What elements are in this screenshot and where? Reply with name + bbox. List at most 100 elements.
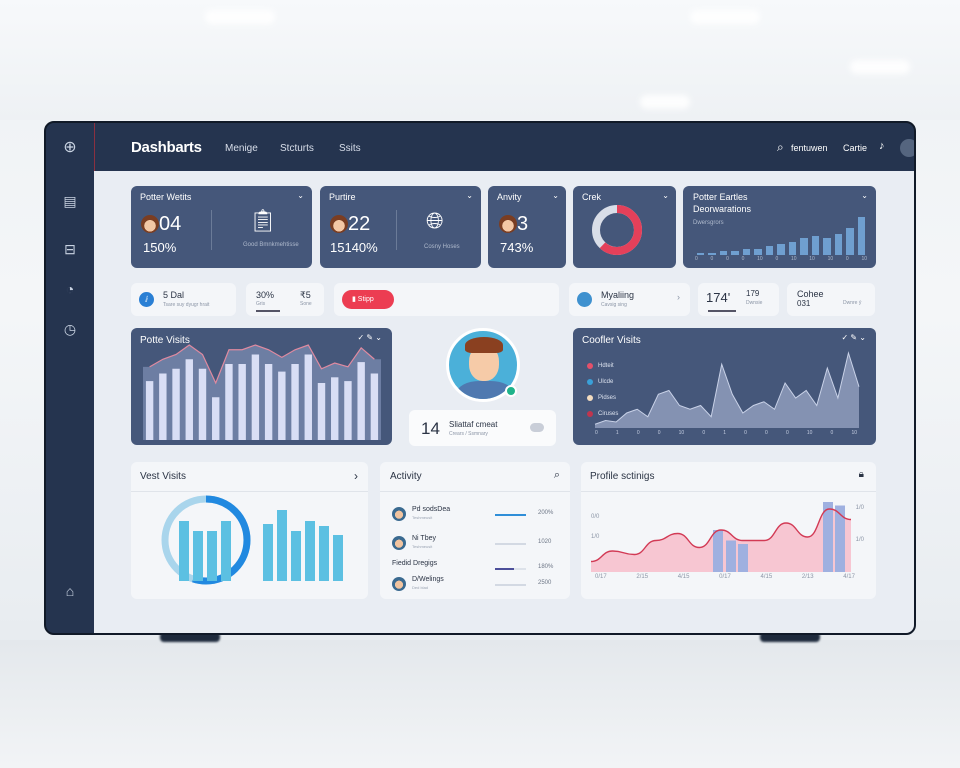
tick-label: 4/17 xyxy=(843,574,855,580)
search-icon[interactable]: ⌕ xyxy=(554,469,560,482)
pill-title: Cohee xyxy=(797,289,824,299)
chevron-right-icon[interactable]: › xyxy=(677,292,680,302)
profile-settings-card: Profile sctinigs 🔒︎ 0/0 1/0 1/0 1/0 0/17… xyxy=(581,462,876,599)
progress-fill xyxy=(495,514,526,516)
bar xyxy=(212,397,220,440)
card-percent: 150% xyxy=(143,240,177,255)
progress-fill xyxy=(495,543,526,545)
bar xyxy=(846,228,854,255)
tick-label: 0 xyxy=(765,430,768,436)
bar xyxy=(754,249,762,255)
card-crek[interactable]: Crek ⌄ xyxy=(573,186,676,268)
clipboard-icon: 📋︎ xyxy=(249,208,277,233)
bar xyxy=(834,234,843,255)
progress-bar xyxy=(495,584,526,586)
progress-fill xyxy=(495,584,526,586)
tick-label: 0 xyxy=(785,430,789,436)
tick-label: 0/17 xyxy=(719,574,731,580)
tick-label: 4/15 xyxy=(677,574,690,580)
activity-item[interactable]: Fiedid Dregigs 180% xyxy=(392,560,558,576)
activity-sub: Ded blad xyxy=(412,585,429,590)
stat-pill[interactable]: 174' 179 Dwnsie xyxy=(698,283,779,316)
card-value: 22 xyxy=(348,213,371,235)
card-potter-eartles[interactable]: Potter Eartles Deorwarations ⌄ Dwersgror… xyxy=(683,186,876,268)
card-title: Potter Wetits xyxy=(140,192,192,202)
bar xyxy=(344,381,352,440)
chevron-down-icon[interactable]: ⌄ xyxy=(861,191,868,200)
tick-label: 0 xyxy=(710,256,714,262)
chevron-down-icon[interactable]: ⌄ xyxy=(552,191,559,200)
tick-label: 1 xyxy=(615,430,619,436)
avatar xyxy=(330,215,348,233)
card-anvity[interactable]: Anvity ⌄ 3 743% xyxy=(488,186,566,268)
card-potter-wetits[interactable]: Potter Wetits ⌄ 04 150% 📋︎ Good Bmnkmeht… xyxy=(131,186,312,268)
bar xyxy=(738,544,748,572)
stat-pill[interactable]: Myaliing Cavsig sing › xyxy=(569,283,690,316)
avatar xyxy=(392,507,406,521)
donut-chart xyxy=(592,205,642,255)
tick-label: 10 xyxy=(678,430,685,436)
pill-value: 179 xyxy=(746,289,760,298)
info-icon: ⅈ xyxy=(139,292,154,307)
tick-label: 0 xyxy=(636,430,640,436)
pill-sub: Cavsig sing xyxy=(601,302,627,308)
vest-visits-card: Vest Visits › xyxy=(131,462,368,599)
activity-name: Pd sodsDea xyxy=(412,506,451,513)
card-purtire[interactable]: Purtire ⌄ 22 15140% 🌐︎ Cosny Hoses xyxy=(320,186,481,268)
activity-item[interactable]: D/Welings Ded blad 2500 xyxy=(392,576,558,592)
activity-value: 1020 xyxy=(538,539,552,545)
card-title: Activity xyxy=(390,471,422,482)
progress-fill xyxy=(495,568,514,570)
chevron-right-icon[interactable]: › xyxy=(354,469,358,483)
bar xyxy=(765,245,774,255)
online-status-icon xyxy=(505,385,517,397)
tick-label: 0 xyxy=(657,430,661,436)
activity-item[interactable]: Ni Tbey Teshmeusit 1020 xyxy=(392,535,558,551)
bar xyxy=(207,530,217,581)
chevron-down-icon[interactable]: ⌄ xyxy=(466,191,473,200)
stat-pill[interactable]: 30% Gris ₹5 Sone xyxy=(246,283,324,316)
pill-sub: Gris xyxy=(256,301,266,307)
pill-value: 30% xyxy=(256,290,275,300)
tick-label: 10 xyxy=(809,256,815,262)
bar xyxy=(713,530,723,572)
stat-pill[interactable]: ⅈ 5 Dal Tsare suy dyugr hrait xyxy=(131,283,236,316)
bar xyxy=(726,540,736,572)
card-subtitle: Deorwarations xyxy=(693,204,752,214)
toggle[interactable] xyxy=(530,423,544,432)
bar xyxy=(835,505,845,572)
area xyxy=(595,353,859,428)
bar xyxy=(278,371,286,440)
stat-card[interactable]: 14 Sliattaf cmeat Crears / Ssmnary xyxy=(409,410,556,446)
profile-visits-chart: Potte Visits ✓ ✎ ⌄ xyxy=(131,328,392,445)
card-sub: Cosny Hoses xyxy=(424,244,460,250)
activity-sub: Teshmeusit xyxy=(412,544,433,549)
stat-pill[interactable]: Cohee 031 Dwnre ý xyxy=(787,283,875,316)
bar xyxy=(291,364,299,440)
stop-button[interactable]: ▮ Stipp xyxy=(342,290,394,309)
pill-title: Myaliing xyxy=(601,290,635,300)
tick-label: 0 xyxy=(744,430,747,436)
pill-value: 174' xyxy=(706,290,731,305)
bar xyxy=(357,362,365,440)
bar xyxy=(193,530,203,581)
bar xyxy=(823,502,833,572)
activity-name: Fiedid Dregigs xyxy=(392,560,438,567)
pill-title: 5 Dal xyxy=(163,290,185,300)
tick-label: 0 xyxy=(845,256,849,262)
chevron-down-icon[interactable]: ⌄ xyxy=(662,191,669,200)
bar xyxy=(742,249,751,255)
chevron-down-icon[interactable]: ⌄ xyxy=(297,191,304,200)
bar xyxy=(198,368,207,440)
stat-sub: Crears / Ssmnary xyxy=(449,431,488,437)
activity-value: 2500 xyxy=(538,580,552,586)
bar xyxy=(697,253,705,255)
pill-sub: Dwnsie xyxy=(746,300,763,306)
avatar xyxy=(141,215,159,233)
bar xyxy=(731,251,739,255)
card-title: Potter Eartles xyxy=(693,192,748,202)
bar xyxy=(370,373,379,440)
tick-label: 0 xyxy=(702,430,706,436)
activity-item[interactable]: Pd sodsDea Teshmeusit 200% xyxy=(392,506,558,522)
card-title: Crek xyxy=(582,192,602,202)
